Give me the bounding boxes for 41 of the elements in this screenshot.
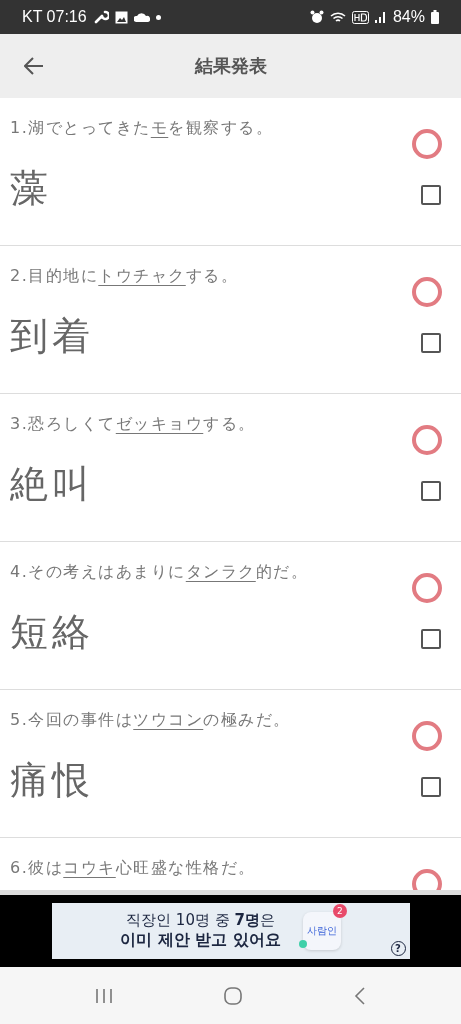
signal-icon [374,11,387,23]
question-text: 1.湖でとってきた モ を観察する。 [10,118,274,139]
correct-circle-icon [411,276,443,308]
checkbox[interactable] [421,185,441,205]
question-text: 3.恐ろしくて ゼッキョウする。 [10,414,256,435]
dot-icon [155,14,161,20]
correct-circle-icon [411,720,443,752]
back-nav-icon[interactable] [353,985,366,1006]
cloud-icon [133,12,150,22]
ad-banner[interactable]: 직장인 10명 중 7명은 이미 제안 받고 있어요 사람인 2 ? [51,903,410,959]
checkbox[interactable] [421,629,441,649]
answer-text: 痛恨 [10,756,94,804]
ad-headline: 직장인 10명 중 7명은 [126,911,275,930]
correct-circle-icon [411,424,443,456]
question-text: 6.彼は コウキ心旺盛な性格だ。 [10,858,256,879]
image-icon [114,10,128,24]
wifi-icon [329,10,346,24]
correct-circle-icon [411,572,443,604]
question-text: 2.目的地に トウチャクする。 [10,266,239,287]
checkbox[interactable] [421,777,441,797]
correct-circle-icon [411,128,443,160]
question-text: 4.その考えはあまりに タンラク 的だ。 [10,562,309,583]
screen-title: 結果発表 [193,54,268,78]
answer-text: 絶叫 [10,460,94,508]
decor-dot-icon [298,940,307,948]
question-text: 5.今回の事件はツウコンの極みだ。 [10,710,291,731]
alarm-icon [309,10,324,24]
answer-text: 短絡 [10,608,94,656]
answer-text: 藻 [10,164,52,212]
battery-icon [431,10,439,24]
battery-percent: 84% [392,8,425,26]
checkbox[interactable] [421,481,441,501]
home-icon[interactable] [223,985,244,1006]
wrench-icon [92,10,109,24]
ad-subline: 이미 제안 받고 있어요 [120,930,281,951]
checkbox[interactable] [421,333,441,353]
answer-text: 到着 [10,312,94,360]
hd-icon [351,10,369,24]
notification-badge: 2 [332,904,347,918]
carrier-time: KT 07:16 [22,8,87,26]
recent-apps-icon[interactable] [95,987,114,1004]
